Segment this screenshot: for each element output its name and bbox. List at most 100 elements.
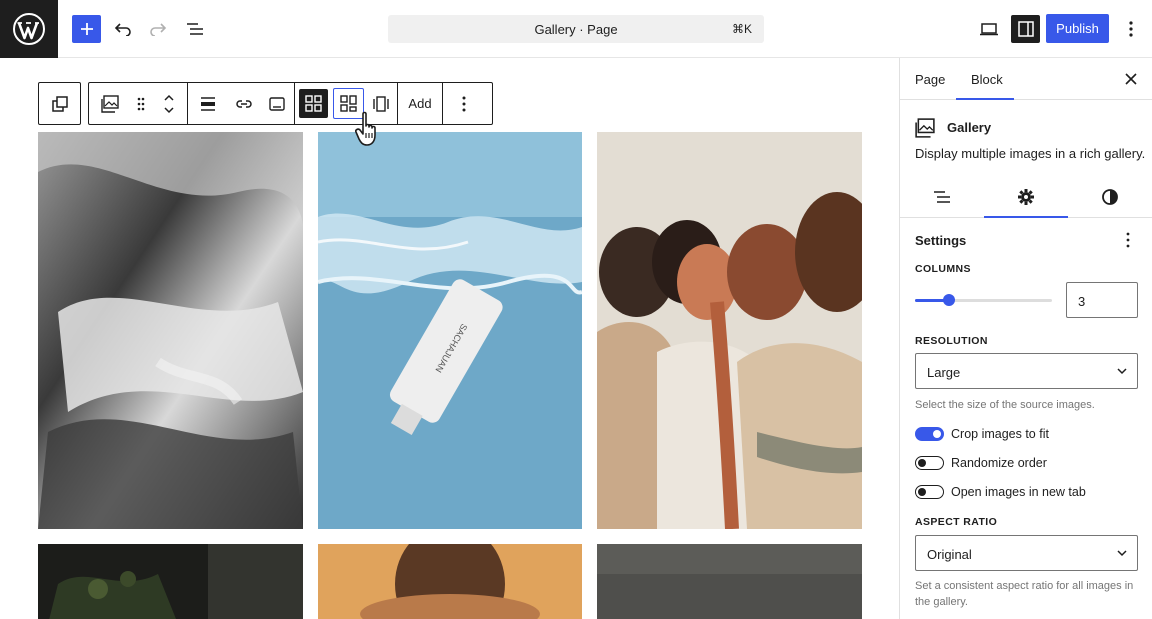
select-parent-button[interactable] [39, 83, 80, 124]
block-title: Gallery [947, 120, 992, 135]
settings-section-title: Settings [915, 233, 967, 248]
resolution-help: Select the size of the source images. [915, 399, 1095, 411]
tab-page[interactable]: Page [915, 72, 945, 87]
sidebar-icon [1017, 21, 1034, 37]
bw-dancer-photo [38, 132, 303, 529]
columns-label: COLUMNS [915, 263, 971, 275]
list-view-icon [934, 191, 950, 203]
editor-canvas: Add SACHAJUAN [0, 58, 899, 619]
close-sidebar-button[interactable] [1122, 70, 1140, 88]
resolution-label: RESOLUTION [915, 335, 988, 347]
half-circle-icon [1102, 189, 1118, 205]
gallery-image-2[interactable]: SACHAJUAN [318, 132, 582, 529]
link-button[interactable] [228, 83, 260, 124]
preview-button[interactable] [977, 15, 1001, 43]
sidebar-tabs: Page Block [900, 58, 1152, 100]
gallery-image-4[interactable] [38, 544, 303, 619]
add-images-button[interactable]: Add [398, 83, 442, 124]
aspect-ratio-select[interactable]: Original [915, 535, 1138, 571]
add-label: Add [408, 96, 432, 111]
gallery-image-5[interactable] [318, 544, 582, 619]
align-wide-icon [201, 96, 215, 111]
gallery-icon [915, 118, 935, 138]
block-options-button[interactable] [443, 83, 485, 124]
block-inserter-button[interactable] [72, 15, 101, 43]
hand-cursor-icon [355, 111, 376, 146]
parent-block-toolbar [38, 82, 81, 125]
options-menu-button[interactable] [1121, 15, 1141, 43]
toggle-knob [933, 430, 941, 438]
shortcut-hint: ⌘K [731, 22, 752, 36]
layout-grid-button[interactable] [295, 83, 331, 124]
link-icon [236, 99, 252, 108]
more-vertical-icon [1129, 21, 1133, 37]
duplicate-icon [51, 95, 68, 112]
randomize-order-label: Randomize order [951, 456, 1047, 470]
crop-images-toggle[interactable] [915, 427, 944, 441]
wordpress-logo-button[interactable] [0, 0, 58, 58]
active-tab-indicator [956, 98, 1014, 100]
block-toolbar: Add [88, 82, 493, 125]
document-overview-button[interactable] [183, 15, 207, 43]
columns-slider[interactable] [915, 294, 1052, 306]
gallery-icon [101, 94, 119, 113]
blurred-portrait-photo [318, 544, 582, 619]
masonry-icon [339, 95, 357, 112]
align-button[interactable] [188, 83, 228, 124]
columns-number-input[interactable]: 3 [1066, 282, 1138, 318]
more-vertical-icon [1126, 232, 1130, 248]
block-type-button[interactable] [89, 83, 131, 124]
gallery-image-1[interactable] [38, 132, 303, 529]
plus-icon [80, 23, 93, 35]
tab-block[interactable]: Block [971, 72, 1003, 87]
tab-list-view[interactable] [900, 186, 984, 208]
close-icon [1125, 73, 1137, 85]
resolution-value: Large [927, 365, 961, 380]
grey-texture-photo [597, 544, 862, 619]
gear-icon [1018, 189, 1034, 205]
undo-button[interactable] [112, 15, 134, 43]
chevron-up-down-icon [164, 94, 174, 113]
aspect-ratio-help: Set a consistent aspect ratio for all im… [915, 580, 1134, 608]
women-embracing-photo [597, 132, 862, 529]
undo-icon [114, 23, 131, 36]
toggle-knob [918, 459, 926, 467]
settings-toggle-button[interactable] [1011, 15, 1040, 43]
caption-icon [269, 96, 285, 111]
settings-options-button[interactable] [1118, 230, 1138, 250]
randomize-order-toggle[interactable] [915, 456, 944, 470]
wordpress-icon [13, 13, 45, 45]
list-view-icon [187, 23, 203, 35]
gallery-image-6[interactable] [597, 544, 862, 619]
block-description: Display multiple images in a rich galler… [915, 146, 1146, 161]
publish-button[interactable]: Publish [1046, 14, 1109, 43]
open-new-tab-label: Open images in new tab [951, 485, 1086, 499]
dark-foliage-photo [38, 544, 303, 619]
chevron-down-icon [1117, 550, 1127, 557]
grid-icon [304, 95, 322, 112]
gallery-image-3[interactable] [597, 132, 862, 529]
move-up-down-buttons[interactable] [151, 83, 187, 124]
redo-button[interactable] [147, 15, 169, 43]
inspector-subtabs [900, 176, 1152, 218]
document-title: Gallery · Page [534, 22, 618, 37]
caption-button[interactable] [260, 83, 294, 124]
editor-header: Gallery · Page ⌘K Publish [0, 0, 1152, 58]
open-new-tab-toggle[interactable] [915, 485, 944, 499]
carousel-icon [373, 95, 389, 112]
command-palette-bar[interactable]: Gallery · Page ⌘K [388, 15, 764, 43]
tab-settings[interactable] [984, 186, 1068, 208]
aspect-ratio-label: ASPECT RATIO [915, 516, 998, 528]
resolution-select[interactable]: Large [915, 353, 1138, 389]
settings-sidebar: Page Block Gallery Display multiple imag… [899, 58, 1152, 619]
columns-slider-thumb[interactable] [943, 294, 955, 306]
redo-icon [150, 23, 167, 36]
aspect-ratio-value: Original [927, 547, 972, 562]
desktop-icon [980, 23, 998, 36]
tube-underwater-photo: SACHAJUAN [318, 132, 582, 529]
toggle-knob [918, 488, 926, 496]
tab-styles[interactable] [1068, 186, 1152, 208]
drag-handle[interactable] [131, 83, 151, 124]
more-vertical-icon [462, 96, 466, 111]
drag-icon [137, 97, 145, 110]
